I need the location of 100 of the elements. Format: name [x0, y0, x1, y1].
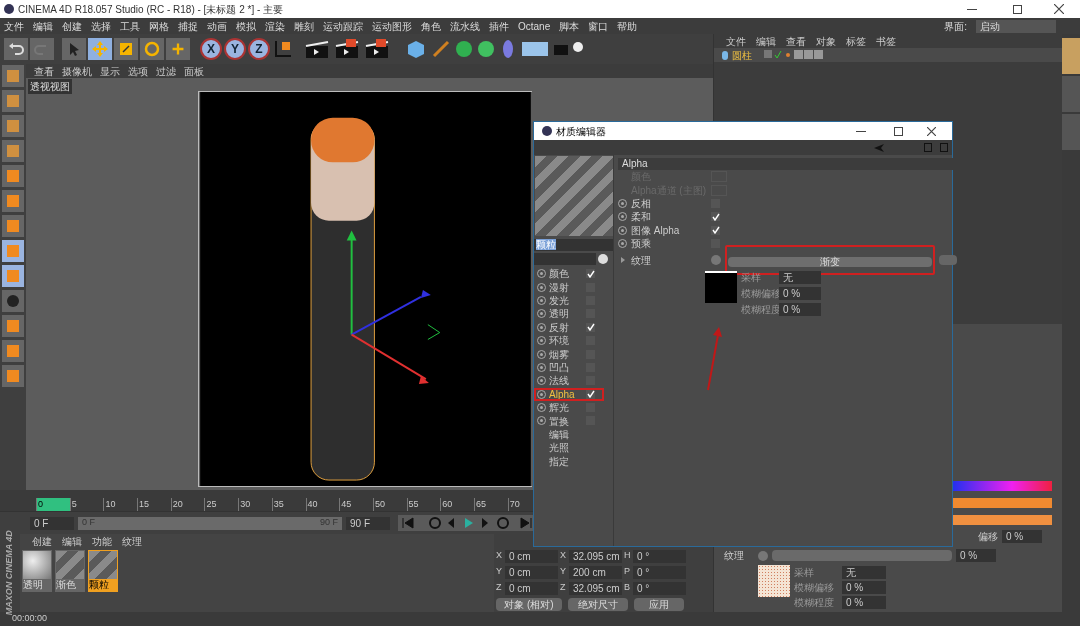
viewport-menu-item[interactable]: 摄像机 — [62, 64, 92, 79]
frame-field[interactable]: 0 F — [30, 516, 74, 530]
object-menu-item[interactable]: 对象 — [816, 33, 836, 49]
value-field[interactable]: 0 % — [956, 549, 996, 562]
menu-item[interactable]: 运动图形 — [372, 18, 412, 34]
channel-item[interactable]: 编辑 — [534, 427, 613, 442]
new-window-icon[interactable] — [940, 143, 948, 152]
mode-tool-icon[interactable] — [2, 290, 24, 312]
mode-tool-icon[interactable] — [2, 65, 24, 87]
channel-item[interactable]: 烟雾 — [534, 347, 613, 361]
axis-lock-button[interactable]: X — [200, 38, 222, 60]
value-field[interactable]: 200 cm — [569, 565, 622, 579]
add-tool-button[interactable] — [166, 38, 190, 60]
minimize-icon[interactable] — [967, 8, 977, 10]
viewport-menu-item[interactable]: 显示 — [100, 64, 120, 79]
texture-menu-icon[interactable] — [758, 550, 768, 561]
menu-item[interactable]: 插件 — [489, 18, 509, 34]
sampling-dropdown[interactable]: 无 — [842, 566, 886, 579]
viewport-menu-item[interactable]: 面板 — [184, 64, 204, 79]
channel-item[interactable]: 反射 — [534, 320, 613, 334]
undo-button[interactable] — [4, 38, 28, 60]
menu-item[interactable]: 模拟 — [236, 18, 256, 34]
value-field[interactable]: 32.095 cm — [569, 581, 622, 595]
menu-item[interactable]: 动画 — [207, 18, 227, 34]
channel-item[interactable]: 辉光 — [534, 400, 613, 415]
object-menu-item[interactable]: 书签 — [876, 33, 896, 49]
menu-item[interactable]: 编辑 — [33, 18, 53, 34]
menu-item[interactable]: 角色 — [421, 18, 441, 34]
menu-item[interactable]: 选择 — [91, 18, 111, 34]
layout-dropdown[interactable]: 启动 — [976, 19, 1056, 33]
maximize-icon[interactable] — [1013, 4, 1022, 14]
value-field[interactable]: 0 % — [779, 303, 821, 317]
channel-item[interactable]: 环境 — [534, 333, 613, 348]
mode-tool-icon[interactable] — [2, 265, 24, 287]
mode-tool-icon[interactable] — [2, 315, 24, 337]
size-mode-dropdown[interactable]: 绝对尺寸 — [568, 598, 628, 611]
mode-tool-icon[interactable] — [2, 165, 24, 187]
channel-item[interactable]: 光照 — [534, 441, 613, 455]
object-row[interactable]: 圆柱 — [714, 48, 1062, 62]
axis-lock-button[interactable]: Z — [248, 38, 270, 60]
mode-tool-icon[interactable] — [2, 240, 24, 262]
maximize-icon[interactable] — [894, 126, 903, 136]
select-tool-button[interactable] — [62, 38, 86, 60]
channel-item[interactable]: 颜色 — [534, 267, 613, 281]
menu-item[interactable]: 工具 — [120, 18, 140, 34]
rotate-tool-button[interactable] — [140, 38, 164, 60]
object-menu-item[interactable]: 编辑 — [756, 33, 776, 49]
sampling-dropdown[interactable]: 无 — [779, 271, 821, 285]
texture-menu-icon[interactable] — [711, 255, 721, 266]
menu-item[interactable]: 窗口 — [588, 18, 609, 34]
material-menu-item[interactable]: 编辑 — [62, 533, 82, 549]
menu-item[interactable]: 雕刻 — [294, 18, 314, 34]
shader-field[interactable] — [772, 550, 952, 561]
object-menu-item[interactable]: 标签 — [846, 33, 866, 49]
checkbox[interactable] — [711, 212, 720, 222]
expand-arrow-icon[interactable] — [618, 257, 627, 264]
material-thumbnail[interactable]: 颗粒 — [88, 550, 118, 592]
material-menu-item[interactable]: 功能 — [92, 533, 112, 549]
channel-item[interactable]: 漫射 — [534, 280, 613, 294]
channel-item[interactable]: Alpha — [534, 387, 604, 401]
object-menu-item[interactable]: 查看 — [786, 33, 806, 49]
mode-tool-icon[interactable] — [2, 365, 24, 387]
checkbox[interactable] — [586, 269, 595, 279]
channel-item[interactable]: 凹凸 — [534, 360, 613, 375]
mode-tool-icon[interactable] — [2, 190, 24, 212]
checkbox[interactable] — [586, 322, 595, 332]
mode-tool-icon[interactable] — [2, 115, 24, 137]
viewport-menu-item[interactable]: 查看 — [34, 64, 54, 79]
minimize-icon[interactable] — [856, 130, 866, 132]
material-thumbnail[interactable]: 透明 — [22, 550, 52, 592]
dropdown-field[interactable] — [534, 253, 596, 265]
checkbox[interactable] — [586, 389, 595, 399]
value-field[interactable]: 0 % — [842, 596, 886, 609]
material-menu-item[interactable]: 纹理 — [122, 533, 142, 549]
coordinate-mode-dropdown[interactable]: 对象 (相对) — [496, 598, 562, 611]
channel-item[interactable]: 发光 — [534, 293, 613, 308]
object-menu-item[interactable]: 文件 — [726, 33, 746, 49]
channel-item[interactable]: 透明 — [534, 307, 613, 321]
menu-item[interactable]: 流水线 — [450, 18, 480, 34]
mode-tool-icon[interactable] — [2, 215, 24, 237]
more-button[interactable] — [939, 255, 957, 266]
checkbox[interactable] — [711, 225, 720, 235]
menu-item[interactable]: Octane — [518, 18, 551, 34]
viewport-menu-item[interactable]: 过滤 — [156, 64, 176, 79]
channel-item[interactable]: 法线 — [534, 374, 613, 388]
value-field[interactable]: 0 ° — [633, 581, 686, 595]
menu-item[interactable]: 网格 — [149, 18, 169, 34]
mode-tool-icon[interactable] — [2, 340, 24, 362]
shader-button[interactable]: 渐变 — [728, 257, 932, 268]
lock-icon[interactable] — [924, 143, 932, 152]
close-icon[interactable] — [1054, 4, 1064, 14]
menu-item[interactable]: 渲染 — [265, 18, 285, 34]
picker-icon[interactable] — [598, 254, 608, 264]
menu-item[interactable]: 脚本 — [559, 18, 580, 34]
axis-lock-button[interactable]: Y — [224, 38, 246, 60]
close-icon[interactable] — [927, 126, 936, 136]
value-field[interactable]: 0 % — [1002, 530, 1042, 543]
menu-item[interactable]: 创建 — [62, 18, 82, 34]
viewport-menu-item[interactable]: 选项 — [128, 64, 148, 79]
channel-item[interactable]: 置换 — [534, 414, 613, 428]
